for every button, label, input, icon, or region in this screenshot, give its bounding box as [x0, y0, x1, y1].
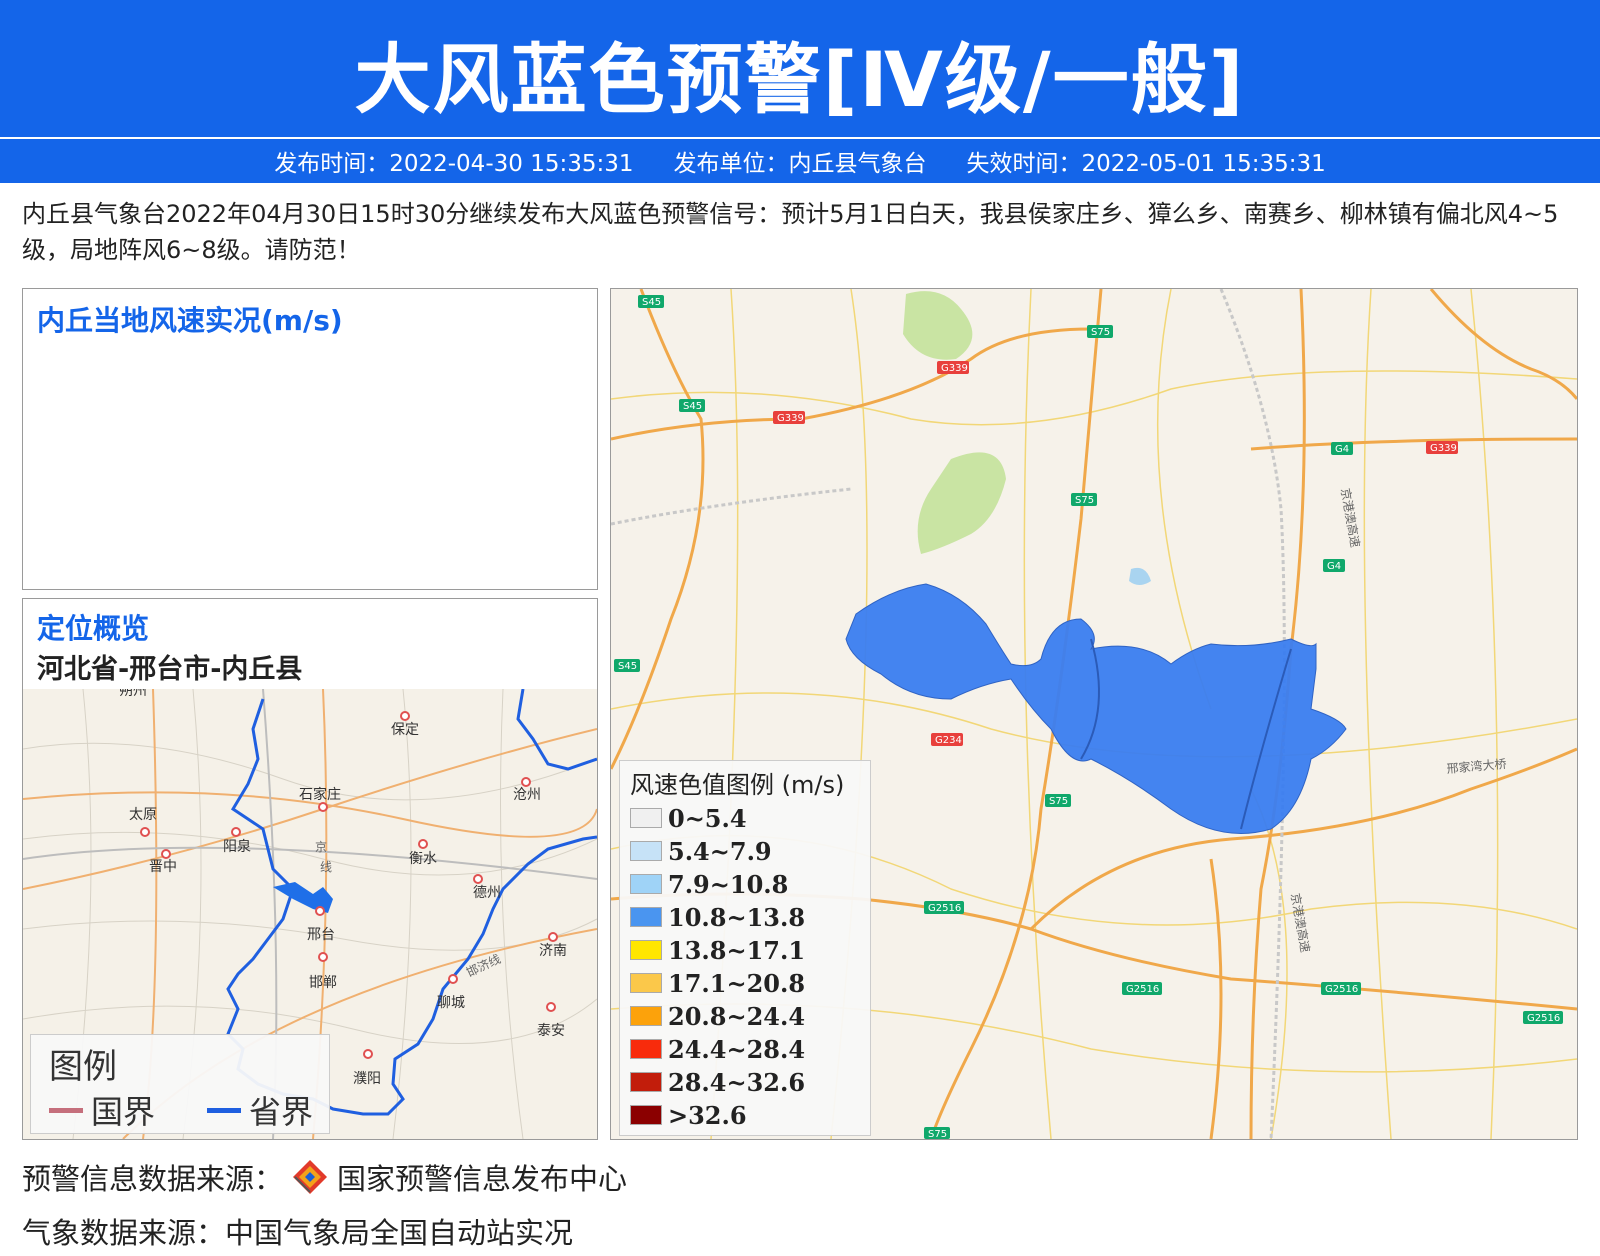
city-label-shijiazhuang: 石家庄: [299, 786, 341, 803]
city-label-taian: 泰安: [537, 1023, 565, 1039]
city-label-shuozhou: 朔州: [119, 689, 147, 699]
weather-source-line: 气象数据来源：中国气象局全国自动站实况: [22, 1210, 573, 1252]
national-border-swatch: [49, 1107, 83, 1113]
city-label-yangquan: 阳泉: [223, 838, 251, 855]
wind-legend-swatch: [630, 973, 662, 993]
shield-g2516-4: G2516: [1527, 1013, 1560, 1024]
shield-g339-1: G339: [941, 363, 968, 374]
wind-legend-label: 28.4~32.6: [668, 1067, 806, 1097]
wind-legend-swatch: [630, 1105, 662, 1125]
location-path: 河北省-邢台市-内丘县: [37, 654, 303, 685]
wind-legend-swatch: [630, 841, 662, 861]
shield-s75-1: S75: [1091, 327, 1110, 338]
wind-legend-row: 10.8~13.8: [630, 902, 805, 932]
wind-legend-label: 20.8~24.4: [668, 1001, 806, 1031]
wind-speed-legend: 风速色值图例 (m/s) 0~5.4 5.4~7.9 7.9~10.8 10.8…: [619, 760, 871, 1136]
overview-legend: 图例 国界 省界: [30, 1034, 330, 1134]
shield-g2516-2: G2516: [1126, 984, 1159, 995]
page-title: 大风蓝色预警[Ⅳ级/一般]: [354, 35, 1246, 124]
road-label-jing: 京: [315, 840, 327, 854]
wind-legend-swatch: [630, 874, 662, 894]
wind-legend-row: 17.1~20.8: [630, 968, 805, 998]
wind-legend-swatch: [630, 907, 662, 927]
wind-legend-swatch: [630, 808, 662, 828]
province-border-swatch: [207, 1107, 241, 1113]
overview-legend-title: 图例: [49, 1047, 117, 1087]
wind-legend-row: 28.4~32.6: [630, 1067, 805, 1097]
shield-s45-1: S45: [642, 297, 661, 308]
warning-source-org: 国家预警信息发布中心: [337, 1162, 628, 1196]
wind-legend-swatch: [630, 1006, 662, 1026]
publish-time: 发布时间：2022-04-30 15:35:31: [274, 151, 634, 177]
wind-legend-label: 7.9~10.8: [668, 869, 789, 899]
wind-legend-label: 5.4~7.9: [668, 836, 772, 866]
city-label-xingtai: 邢台: [307, 927, 335, 943]
wind-legend-label: 10.8~13.8: [668, 902, 806, 932]
road-label-xian: 线: [320, 860, 332, 874]
publisher: 发布单位：内丘县气象台: [673, 151, 927, 177]
shield-s75-2: S75: [1075, 495, 1094, 506]
shield-g2516-1: G2516: [928, 903, 961, 914]
province-border-label: 省界: [249, 1093, 314, 1131]
shield-g339-2: G339: [777, 413, 804, 424]
wind-legend-swatch: [630, 1039, 662, 1059]
legend-item-national-border: 国界: [49, 1087, 155, 1133]
expire-time: 失效时间：2022-05-01 15:35:31: [966, 151, 1326, 177]
shield-s45-2: S45: [683, 401, 702, 412]
shield-g339-3: G339: [1430, 443, 1457, 454]
wind-legend-row: >32.6: [630, 1100, 747, 1130]
wind-legend-row: 24.4~28.4: [630, 1034, 805, 1064]
city-label-liaocheng: 聊城: [437, 995, 465, 1011]
shield-s75-4: S75: [928, 1129, 947, 1139]
shield-g4-2: G4: [1327, 561, 1341, 572]
warning-description: 内丘县气象台2022年04月30日15时30分继续发布大风蓝色预警信号：预计5月…: [22, 200, 1559, 264]
wind-legend-swatch: [630, 940, 662, 960]
wind-legend-label: 13.8~17.1: [668, 935, 806, 965]
wind-legend-row: 20.8~24.4: [630, 1001, 805, 1031]
wind-speed-panel: 内丘当地风速实况(m/s): [22, 288, 598, 590]
shield-g4-1: G4: [1335, 444, 1349, 455]
wind-panel-title: 内丘当地风速实况(m/s): [37, 304, 343, 337]
meta-bar: 发布时间：2022-04-30 15:35:31 发布单位：内丘县气象台 失效时…: [0, 139, 1600, 183]
city-label-cangzhou: 沧州: [513, 786, 541, 803]
wind-legend-row: 5.4~7.9: [630, 836, 772, 866]
wind-legend-label: >32.6: [668, 1100, 747, 1130]
warning-source-line: 预警信息数据来源： 国家预警信息发布中心: [22, 1156, 627, 1198]
wind-legend-row: 0~5.4: [630, 803, 747, 833]
wind-legend-swatch: [630, 1072, 662, 1092]
legend-item-province-border: 省界: [207, 1087, 313, 1133]
city-label-jinan: 济南: [539, 943, 567, 959]
shield-g2516-3: G2516: [1325, 984, 1358, 995]
city-label-dezhou: 德州: [473, 885, 501, 901]
header-banner: 大风蓝色预警[Ⅳ级/一般]: [0, 0, 1600, 137]
city-label-puyang: 濮阳: [353, 1071, 381, 1087]
shield-g234: G234: [935, 735, 962, 746]
wind-legend-title: 风速色值图例 (m/s): [630, 771, 845, 799]
location-panel-title: 定位概览: [37, 612, 150, 645]
wind-legend-label: 17.1~20.8: [668, 968, 806, 998]
shield-s45-3: S45: [618, 661, 637, 672]
wind-legend-label: 24.4~28.4: [668, 1034, 806, 1064]
city-label-baoding: 保定: [391, 722, 419, 738]
city-label-jinzhong: 晋中: [149, 859, 177, 875]
wind-legend-row: 7.9~10.8: [630, 869, 788, 899]
shield-s75-3: S75: [1049, 796, 1068, 807]
wind-legend-label: 0~5.4: [668, 803, 747, 833]
warning-source-label: 预警信息数据来源：: [22, 1162, 284, 1196]
warning-center-logo-icon: [293, 1160, 328, 1194]
national-border-label: 国界: [91, 1093, 156, 1131]
city-label-taiyuan: 太原: [129, 807, 157, 823]
city-label-hengshui: 衡水: [409, 851, 437, 867]
wind-legend-row: 13.8~17.1: [630, 935, 805, 965]
city-label-handan: 邯郸: [309, 975, 337, 991]
weather-source-text: 气象数据来源：中国气象局全国自动站实况: [22, 1216, 574, 1250]
